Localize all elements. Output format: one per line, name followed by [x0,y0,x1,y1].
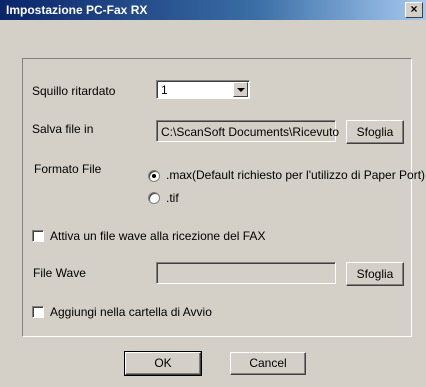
save-path-field[interactable]: C:\ScanSoft Documents\Ricevuto [156,120,340,142]
title-bar: Impostazione PC-Fax RX × [0,0,426,20]
radio-selected-dot [152,174,156,178]
save-path-label: Salva file in [32,122,94,136]
save-path-browse-button[interactable]: Sfoglia [346,120,404,144]
save-path-value: C:\ScanSoft Documents\Ricevuto [161,125,340,139]
chevron-down-icon[interactable] [233,82,248,97]
format-max-radio[interactable] [148,170,160,182]
format-max-label: .max(Default richiesto per l'utilizzo di… [166,168,426,182]
format-tif-label: .tif [166,191,179,205]
ok-button[interactable]: OK [124,351,202,376]
ring-delay-label: Squillo ritardato [32,84,116,98]
cancel-button[interactable]: Cancel [230,352,306,375]
settings-group [22,58,412,337]
wave-on-receive-checkbox[interactable] [32,230,44,242]
startup-folder-label: Aggiungi nella cartella di Avvio [50,305,212,319]
close-button[interactable]: × [405,2,423,18]
wave-file-browse-button[interactable]: Sfoglia [346,262,404,286]
format-tif-radio[interactable] [148,192,160,204]
file-format-label: Formato File [34,162,102,176]
ring-delay-value: 1 [161,83,168,97]
wave-file-label: File Wave [33,266,86,280]
startup-folder-checkbox[interactable] [32,306,44,318]
ring-delay-dropdown[interactable]: 1 [156,80,250,99]
wave-on-receive-label: Attiva un file wave alla ricezione del F… [50,229,266,243]
window-title: Impostazione PC-Fax RX [6,3,148,17]
wave-file-field[interactable] [156,262,336,284]
